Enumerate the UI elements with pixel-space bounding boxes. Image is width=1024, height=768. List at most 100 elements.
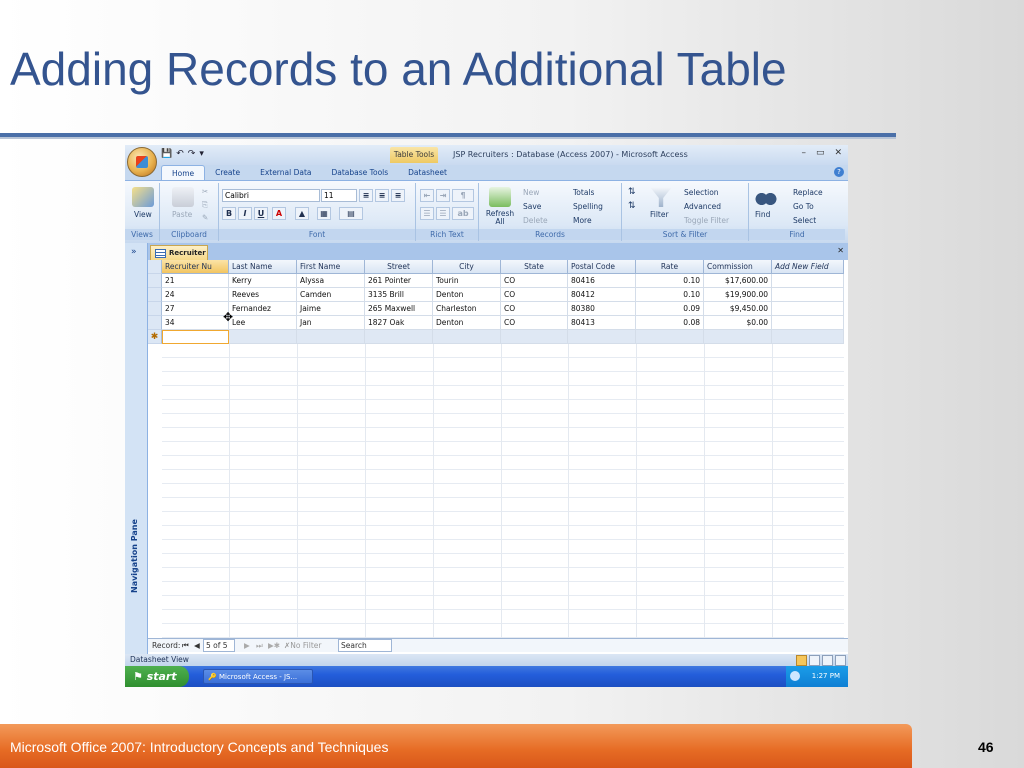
- column-header[interactable]: First Name: [297, 260, 365, 274]
- table-cell[interactable]: 0.10: [636, 274, 704, 288]
- column-header[interactable]: City: [433, 260, 501, 274]
- table-cell[interactable]: Alyssa: [297, 274, 365, 288]
- tab-datasheet[interactable]: Datasheet: [398, 165, 457, 180]
- align-right-icon[interactable]: ≡: [391, 189, 405, 202]
- row-selector[interactable]: [148, 316, 162, 330]
- nav-expand-icon[interactable]: »: [131, 247, 137, 257]
- table-cell[interactable]: Camden: [297, 288, 365, 302]
- table-cell[interactable]: 0.08: [636, 316, 704, 330]
- tab-database-tools[interactable]: Database Tools: [322, 165, 399, 180]
- table-cell[interactable]: CO: [501, 302, 568, 316]
- table-cell[interactable]: [501, 330, 568, 344]
- copy-icon[interactable]: ⎘: [202, 200, 208, 210]
- advanced-button[interactable]: Advanced: [684, 202, 721, 211]
- table-cell[interactable]: 80412: [568, 288, 636, 302]
- table-cell[interactable]: Denton: [433, 316, 501, 330]
- table-cell[interactable]: $17,600.00: [704, 274, 772, 288]
- filter-button[interactable]: Filter: [650, 210, 669, 219]
- table-cell[interactable]: 80413: [568, 316, 636, 330]
- row-selector[interactable]: [148, 274, 162, 288]
- pivot-table-view-icon[interactable]: [809, 655, 820, 666]
- sort-descending-icon[interactable]: ⇅: [628, 201, 636, 211]
- table-cell[interactable]: [568, 330, 636, 344]
- gridlines-icon[interactable]: ▦: [317, 207, 331, 220]
- font-color-button[interactable]: A: [272, 207, 286, 220]
- fill-color-icon[interactable]: ▲: [295, 207, 309, 220]
- table-cell[interactable]: [772, 274, 844, 288]
- table-cell[interactable]: 0.10: [636, 288, 704, 302]
- table-cell[interactable]: 27: [162, 302, 229, 316]
- bold-button[interactable]: B: [222, 207, 236, 220]
- undo-icon[interactable]: ↶: [176, 149, 184, 159]
- column-header[interactable]: State: [501, 260, 568, 274]
- taskbar-item-access[interactable]: 🔑 Microsoft Access - JS...: [203, 669, 313, 684]
- table-cell[interactable]: 80416: [568, 274, 636, 288]
- paste-icon[interactable]: [172, 187, 194, 207]
- alt-fill-icon[interactable]: ▤: [339, 207, 363, 220]
- table-cell[interactable]: [433, 330, 501, 344]
- tab-external-data[interactable]: External Data: [250, 165, 321, 180]
- new-record-marker[interactable]: ✱: [148, 330, 162, 344]
- replace-button[interactable]: Replace: [793, 188, 823, 197]
- view-icon[interactable]: [132, 187, 154, 207]
- font-name-select[interactable]: Calibri: [222, 189, 320, 202]
- column-header[interactable]: Postal Code: [568, 260, 636, 274]
- select-button[interactable]: Select: [793, 216, 816, 225]
- increase-indent-icon[interactable]: ⇥: [436, 189, 450, 202]
- view-button[interactable]: View: [134, 210, 152, 219]
- more-button[interactable]: More: [573, 216, 592, 225]
- table-cell[interactable]: CO: [501, 288, 568, 302]
- align-left-icon[interactable]: ≡: [359, 189, 373, 202]
- restore-button[interactable]: ▭: [816, 148, 825, 158]
- table-cell[interactable]: Denton: [433, 288, 501, 302]
- save-icon[interactable]: 💾: [161, 149, 172, 159]
- spelling-button[interactable]: Spelling: [573, 202, 603, 211]
- column-header[interactable]: Last Name: [229, 260, 297, 274]
- table-cell[interactable]: 0.09: [636, 302, 704, 316]
- minimize-button[interactable]: –: [801, 148, 806, 158]
- table-cell[interactable]: 265 Maxwell: [365, 302, 433, 316]
- table-cell[interactable]: Reeves: [229, 288, 297, 302]
- table-cell[interactable]: $9,450.00: [704, 302, 772, 316]
- table-cell[interactable]: 261 Pointer: [365, 274, 433, 288]
- table-cell[interactable]: [229, 330, 297, 344]
- table-cell[interactable]: [772, 316, 844, 330]
- table-cell[interactable]: 1827 Oak: [365, 316, 433, 330]
- cut-icon[interactable]: ✂: [202, 187, 208, 196]
- refresh-icon[interactable]: [489, 187, 511, 207]
- table-cell[interactable]: Lee: [229, 316, 297, 330]
- column-header[interactable]: Recruiter Nu: [162, 260, 229, 274]
- table-cell[interactable]: 3135 Brill: [365, 288, 433, 302]
- table-cell[interactable]: [636, 330, 704, 344]
- table-cell[interactable]: [365, 330, 433, 344]
- table-cell[interactable]: 24: [162, 288, 229, 302]
- table-cell[interactable]: 34: [162, 316, 229, 330]
- table-cell[interactable]: $0.00: [704, 316, 772, 330]
- search-input[interactable]: Search: [338, 639, 392, 652]
- table-cell[interactable]: [772, 330, 844, 344]
- row-selector[interactable]: [148, 288, 162, 302]
- pivot-chart-view-icon[interactable]: [822, 655, 833, 666]
- table-cell[interactable]: Jan: [297, 316, 365, 330]
- table-cell[interactable]: Fernandez: [229, 302, 297, 316]
- table-row[interactable]: 24 Reeves Camden 3135 Brill Denton CO 80…: [148, 288, 844, 302]
- table-row[interactable]: 34 Lee Jan 1827 Oak Denton CO 80413 0.08…: [148, 316, 844, 330]
- table-cell[interactable]: [704, 330, 772, 344]
- binoculars-icon[interactable]: [755, 187, 777, 207]
- new-record-row[interactable]: ✱: [148, 330, 844, 344]
- table-cell[interactable]: [772, 288, 844, 302]
- navigation-pane[interactable]: » Navigation Pane: [125, 243, 148, 655]
- tray-icon[interactable]: [790, 671, 800, 681]
- table-cell[interactable]: Kerry: [229, 274, 297, 288]
- table-row[interactable]: 21 Kerry Alyssa 261 Pointer Tourin CO 80…: [148, 274, 844, 288]
- column-header[interactable]: Street: [365, 260, 433, 274]
- delete-record-button[interactable]: Delete: [523, 216, 548, 225]
- tab-create[interactable]: Create: [205, 165, 250, 180]
- paragraph-icon[interactable]: ¶: [452, 189, 474, 202]
- numbering-icon[interactable]: ☰: [436, 207, 450, 220]
- last-record-icon[interactable]: ⏭: [256, 639, 263, 652]
- current-record-field[interactable]: 5 of 5: [203, 639, 235, 652]
- active-cell[interactable]: [162, 330, 229, 344]
- align-center-icon[interactable]: ≡: [375, 189, 389, 202]
- toggle-filter-button[interactable]: Toggle Filter: [684, 216, 729, 225]
